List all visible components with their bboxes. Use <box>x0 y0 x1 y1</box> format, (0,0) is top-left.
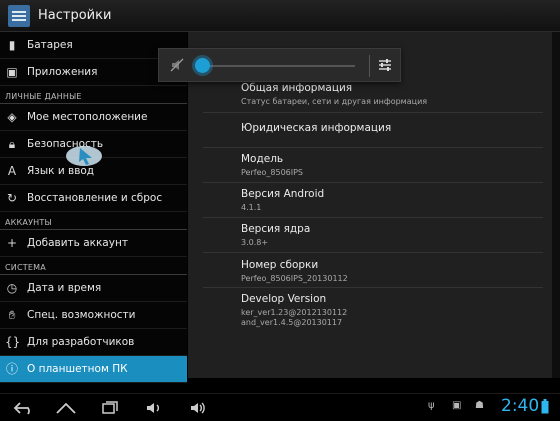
list-item-build-number[interactable]: Номер сборки Perfeo_8506IPS_20130112 <box>241 259 541 284</box>
battery-status-icon <box>541 399 549 414</box>
divider <box>203 252 543 253</box>
usb-icon: ψ <box>428 400 435 411</box>
sidebar-item-date-time[interactable]: ◷ Дата и время <box>0 275 187 302</box>
section-header-personal: ЛИЧНЫЕ ДАННЫЕ <box>0 86 187 104</box>
list-item-general-info[interactable]: Общая информация Статус батареи, сети и … <box>241 82 541 107</box>
sidebar-item-backup[interactable]: ↻ Восстановление и сброс <box>0 185 187 212</box>
volume-muted-icon[interactable] <box>169 57 185 73</box>
item-title: Версия Android <box>241 188 325 200</box>
language-icon: A <box>7 164 17 178</box>
sidebar-item-label: Приложения <box>27 66 98 78</box>
item-title: Develop Version <box>241 293 327 305</box>
list-item-model: Модель Perfeo_8506IPS <box>241 153 541 178</box>
list-item-kernel-version: Версия ядра 3.0.8+ <box>241 223 541 248</box>
sidebar-item-location[interactable]: ◈ Мое местоположение <box>0 104 187 131</box>
volume-popup <box>158 48 401 82</box>
home-button[interactable] <box>52 394 80 421</box>
item-summary: Perfeo_8506IPS_20130112 <box>241 274 348 283</box>
sidebar-item-label: Для разработчиков <box>27 336 135 348</box>
item-summary: ker_ver1.23@2012130112 <box>241 308 348 317</box>
volume-track[interactable] <box>202 65 355 67</box>
clock-icon: ◷ <box>6 281 18 295</box>
item-title: Модель <box>241 153 284 165</box>
divider <box>203 287 543 288</box>
item-title: Версия ядра <box>241 223 311 235</box>
app-title: Настройки <box>38 8 112 23</box>
sidebar-item-label: О планшетном ПК <box>27 363 128 375</box>
sidebar-item-label: Восстановление и сброс <box>27 192 163 204</box>
item-summary: 4.1.1 <box>241 203 262 212</box>
divider <box>203 182 543 183</box>
image-notification-icon: ▣ <box>452 400 462 411</box>
sidebar-item-accessibility[interactable]: ✋︎ Спец. возможности <box>0 302 187 329</box>
list-item-legal-info[interactable]: Юридическая информация <box>241 122 541 134</box>
info-icon: ⓘ <box>5 362 18 376</box>
sidebar-item-about-tablet[interactable]: ⓘ О планшетном ПК <box>0 356 187 383</box>
title-bar: Настройки <box>0 0 560 32</box>
sidebar-item-label: Батарея <box>27 39 73 51</box>
system-bar: ψ ▣ ☗ 2:40 <box>0 393 560 421</box>
volume-slider-thumb[interactable] <box>195 58 210 73</box>
list-item-develop-version: Develop Version ker_ver1.23@2012130112 a… <box>241 293 541 328</box>
divider <box>203 147 543 148</box>
about-panel: Общая информация Статус батареи, сети и … <box>188 32 552 378</box>
status-clock: 2:40 <box>501 396 540 416</box>
backup-icon: ↻ <box>6 191 18 205</box>
sidebar-item-label: Мое местоположение <box>27 111 148 123</box>
sidebar-item-label: Спец. возможности <box>27 309 136 321</box>
lock-icon: 🔒︎ <box>8 137 16 151</box>
item-title: Общая информация <box>241 82 353 94</box>
settings-sidebar: ▮ Батарея ▣ Приложения ЛИЧНЫЕ ДАННЫЕ ◈ М… <box>0 32 187 383</box>
item-summary: Perfeo_8506IPS <box>241 168 304 177</box>
content-pane: Общая информация Статус батареи, сети и … <box>188 32 560 378</box>
sidebar-item-add-account[interactable]: + Добавить аккаунт <box>0 230 187 257</box>
hand-icon: ✋︎ <box>8 308 16 322</box>
section-header-system: СИСТЕМА <box>0 257 187 275</box>
item-title: Номер сборки <box>241 259 319 271</box>
android-icon: ☗ <box>475 400 484 411</box>
item-summary: Статус батареи, сети и другая информация <box>241 97 428 106</box>
braces-icon: {} <box>5 335 21 349</box>
sidebar-item-label: Добавить аккаунт <box>27 237 128 249</box>
mouse-cursor-icon <box>64 144 104 168</box>
item-title: Юридическая информация <box>241 122 392 134</box>
list-item-android-version[interactable]: Версия Android 4.1.1 <box>241 188 541 213</box>
settings-icon[interactable] <box>8 4 30 27</box>
section-header-accounts: АККАУНТЫ <box>0 212 187 230</box>
sidebar-item-label: Дата и время <box>27 282 102 294</box>
plus-icon: + <box>6 236 18 250</box>
divider <box>203 112 543 113</box>
volume-up-icon[interactable] <box>184 394 212 421</box>
divider <box>203 217 543 218</box>
location-icon: ◈ <box>7 110 17 124</box>
apps-icon: ▣ <box>6 65 18 79</box>
battery-icon: ▮ <box>8 38 16 52</box>
recent-apps-button[interactable] <box>96 394 124 421</box>
item-summary: 3.0.8+ <box>241 238 269 247</box>
back-button[interactable] <box>10 394 38 421</box>
item-summary-secondary: and_ver1.4.5@20130117 <box>241 318 343 327</box>
divider <box>369 55 370 77</box>
volume-down-icon[interactable] <box>140 394 168 421</box>
scrollbar[interactable] <box>552 32 560 378</box>
equalizer-icon[interactable] <box>377 57 393 73</box>
sidebar-item-developer[interactable]: {} Для разработчиков <box>0 329 187 356</box>
